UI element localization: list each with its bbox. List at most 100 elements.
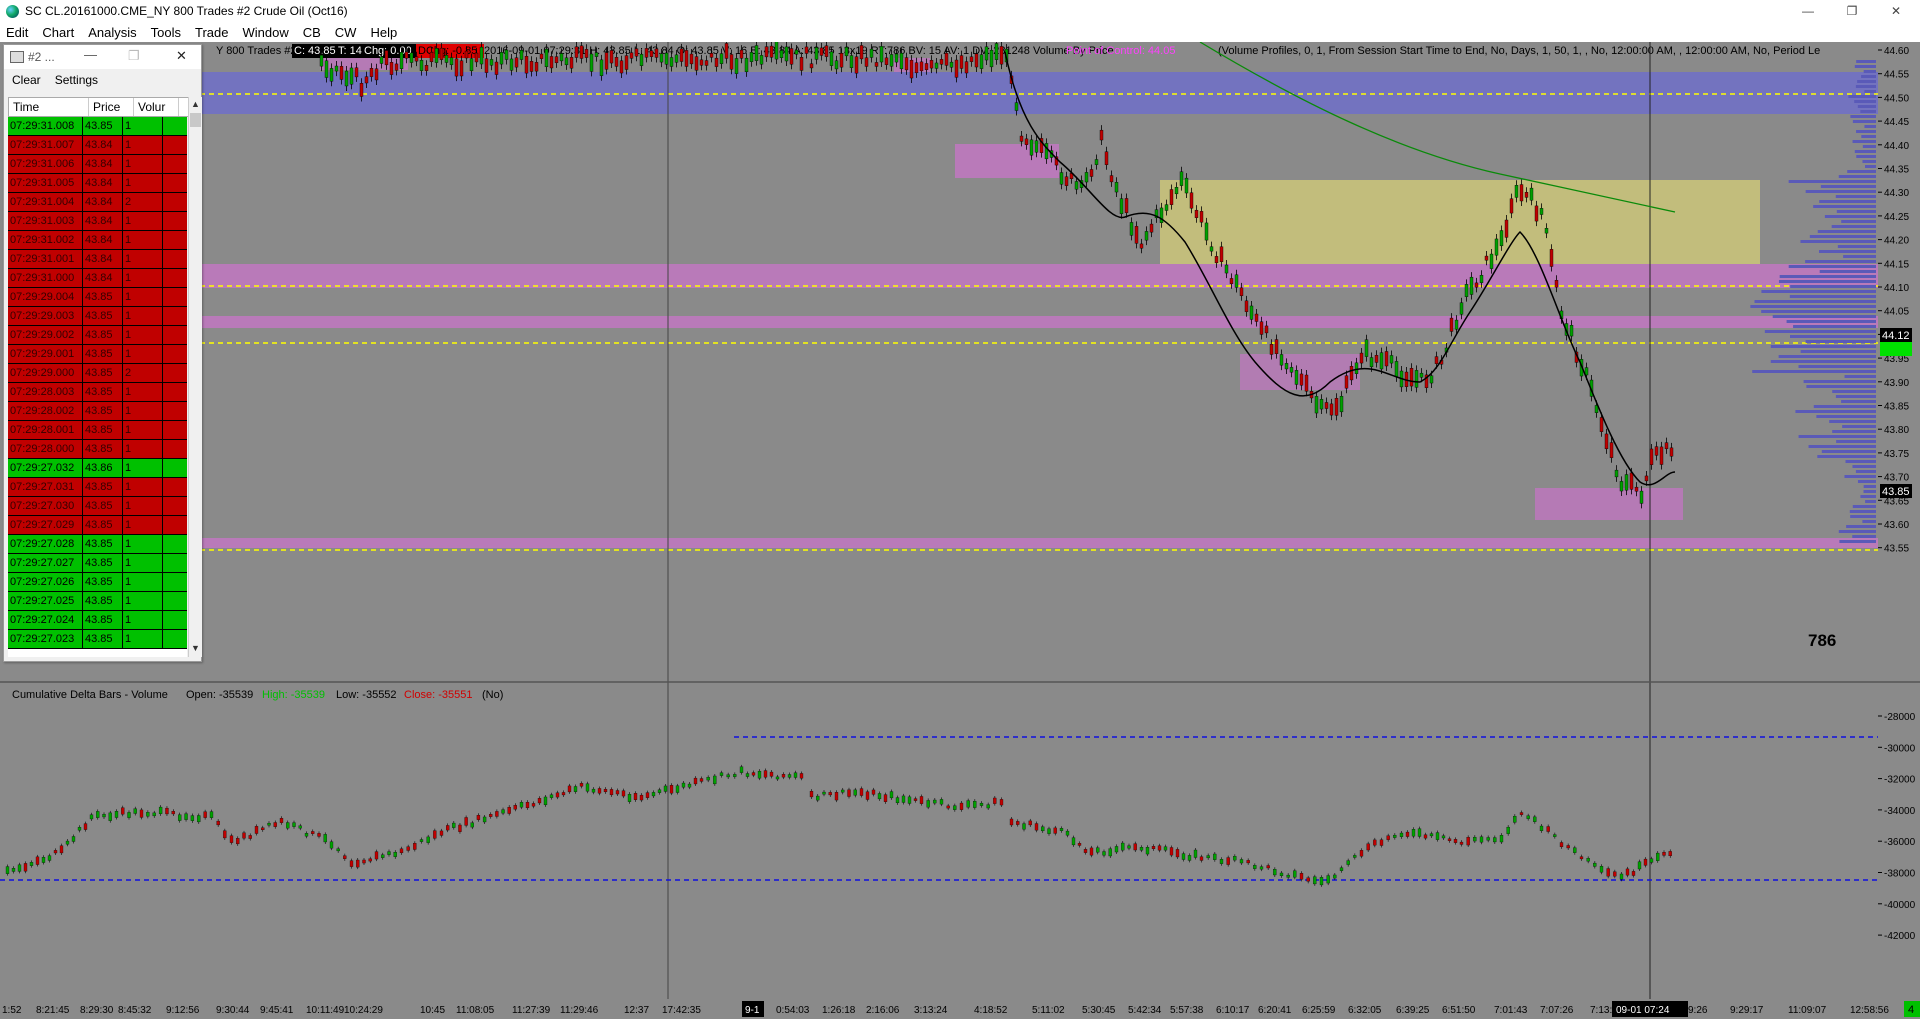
menu-chart[interactable]: Chart bbox=[36, 25, 82, 40]
tas-title: #2 ... bbox=[28, 50, 55, 64]
time-tick-label: 5:42:34 bbox=[1128, 1005, 1162, 1016]
delta-bar bbox=[816, 795, 820, 801]
candle-body bbox=[1114, 182, 1119, 193]
tas-row[interactable]: 07:29:28.003 43.85 1 bbox=[8, 383, 187, 402]
tas-clear-button[interactable]: Clear bbox=[12, 73, 41, 87]
price-tick-label: 44.25 bbox=[1884, 212, 1909, 223]
candle-body bbox=[354, 67, 359, 78]
candle-body bbox=[1614, 469, 1619, 478]
menu-tools[interactable]: Tools bbox=[145, 25, 189, 40]
tas-row[interactable]: 07:29:27.027 43.85 1 bbox=[8, 554, 187, 573]
candle-body bbox=[399, 52, 404, 69]
delta-bar bbox=[1429, 833, 1434, 837]
delta-bar bbox=[889, 791, 894, 799]
delta-bar bbox=[399, 848, 404, 854]
tas-row[interactable]: 07:29:29.003 43.85 1 bbox=[8, 307, 187, 326]
tas-row[interactable]: 07:29:28.001 43.85 1 bbox=[8, 421, 187, 440]
volume-profile-bar bbox=[1805, 190, 1876, 193]
menu-cw[interactable]: CW bbox=[329, 25, 365, 40]
tas-row[interactable]: 07:29:31.003 43.84 1 bbox=[8, 212, 187, 231]
tas-row[interactable]: 07:29:31.008 43.85 1 bbox=[8, 117, 187, 136]
menu-edit[interactable]: Edit bbox=[0, 25, 36, 40]
candle-body bbox=[1634, 486, 1639, 492]
delta-bar bbox=[645, 792, 650, 798]
menu-cb[interactable]: CB bbox=[297, 25, 329, 40]
tas-row[interactable]: 07:29:28.002 43.85 1 bbox=[8, 402, 187, 421]
tas-maximize-button[interactable]: ❐ bbox=[128, 48, 140, 64]
candle-body bbox=[1394, 361, 1399, 378]
tas-row[interactable]: 07:29:27.026 43.85 1 bbox=[8, 573, 187, 592]
scroll-down-arrow-icon[interactable]: ▼ bbox=[190, 643, 201, 653]
tas-close-button[interactable]: ✕ bbox=[176, 48, 187, 64]
delta-bar bbox=[336, 848, 340, 852]
tas-row[interactable]: 07:29:27.030 43.85 1 bbox=[8, 497, 187, 516]
tas-row[interactable]: 07:29:27.024 43.85 1 bbox=[8, 611, 187, 630]
tas-header-volume[interactable]: Volur bbox=[134, 98, 179, 116]
poc-label: Point of Control: 44.05 bbox=[1066, 45, 1175, 57]
delta-bar bbox=[178, 814, 182, 821]
candle-body bbox=[369, 68, 374, 77]
tas-row[interactable]: 07:29:27.029 43.85 1 bbox=[8, 516, 187, 535]
scroll-thumb[interactable] bbox=[190, 113, 201, 127]
candle-body bbox=[554, 56, 559, 64]
time-and-sales-window[interactable]: #2 ... — ❐ ✕ Clear Settings Time Price V… bbox=[3, 44, 202, 662]
tas-cell-time: 07:29:27.028 bbox=[8, 535, 83, 553]
candle-body bbox=[1664, 442, 1669, 450]
tas-row[interactable]: 07:29:27.028 43.85 1 bbox=[8, 535, 187, 554]
tas-row[interactable]: 07:29:28.000 43.85 1 bbox=[8, 440, 187, 459]
scroll-up-arrow-icon[interactable]: ▲ bbox=[190, 99, 201, 109]
tas-cell-price: 43.85 bbox=[83, 497, 123, 515]
price-tick-label: 44.40 bbox=[1884, 141, 1909, 152]
volume-profile-bar bbox=[1836, 440, 1876, 443]
volume-profile-bar bbox=[1809, 235, 1876, 238]
menu-window[interactable]: Window bbox=[236, 25, 296, 40]
chart-area[interactable]: Y 800 Trades #2 C: 43.85 T: 14 Chg: 0.00… bbox=[0, 36, 1920, 1019]
delta-bar bbox=[993, 797, 997, 804]
tas-row[interactable]: 07:29:27.031 43.85 1 bbox=[8, 478, 187, 497]
menu-analysis[interactable]: Analysis bbox=[82, 25, 144, 40]
volume-profile-bar bbox=[1845, 460, 1876, 463]
tas-minimize-button[interactable]: — bbox=[84, 47, 97, 62]
menu-help[interactable]: Help bbox=[364, 25, 405, 40]
delta-close: Close: -35551 bbox=[404, 689, 473, 701]
candle-body bbox=[1554, 280, 1559, 288]
menu-trade[interactable]: Trade bbox=[189, 25, 236, 40]
tas-row[interactable]: 07:29:31.006 43.84 1 bbox=[8, 155, 187, 174]
tas-row[interactable]: 07:29:31.004 43.84 2 bbox=[8, 193, 187, 212]
tas-row[interactable]: 07:29:27.032 43.86 1 bbox=[8, 459, 187, 478]
delta-bar bbox=[171, 811, 175, 815]
delta-bar bbox=[11, 868, 16, 872]
price-tick-label: 43.70 bbox=[1884, 473, 1909, 484]
tas-row[interactable]: 07:29:31.005 43.84 1 bbox=[8, 174, 187, 193]
tas-settings-button[interactable]: Settings bbox=[55, 73, 98, 87]
menu-bar: Edit Chart Analysis Tools Trade Window C… bbox=[0, 22, 1920, 42]
tas-cell-price: 43.85 bbox=[83, 611, 123, 629]
tas-scrollbar[interactable]: ▲ ▼ bbox=[188, 97, 202, 657]
tas-row[interactable]: 07:29:29.002 43.85 1 bbox=[8, 326, 187, 345]
tas-header-price[interactable]: Price bbox=[89, 98, 134, 116]
tas-row[interactable]: 07:29:31.000 43.84 1 bbox=[8, 269, 187, 288]
tas-row[interactable]: 07:29:29.004 43.85 1 bbox=[8, 288, 187, 307]
candle-body bbox=[1084, 172, 1089, 183]
tas-row[interactable]: 07:29:31.002 43.84 1 bbox=[8, 231, 187, 250]
tas-row[interactable]: 07:29:27.023 43.85 1 bbox=[8, 630, 187, 649]
candle-body bbox=[394, 63, 399, 71]
candle-body bbox=[1129, 222, 1134, 236]
candle-body bbox=[584, 49, 589, 58]
volume-profile-bar bbox=[1818, 250, 1876, 253]
tas-row[interactable]: 07:29:27.025 43.85 1 bbox=[8, 592, 187, 611]
tas-row[interactable]: 07:29:29.001 43.85 1 bbox=[8, 345, 187, 364]
tas-cell-price: 43.84 bbox=[83, 155, 123, 173]
candle-body bbox=[874, 62, 879, 67]
close-window-button[interactable]: ✕ bbox=[1874, 0, 1918, 22]
delta-bar bbox=[1077, 843, 1082, 846]
tas-header-time[interactable]: Time bbox=[9, 98, 89, 116]
delta-bar bbox=[1053, 827, 1057, 834]
tas-row[interactable]: 07:29:31.001 43.84 1 bbox=[8, 250, 187, 269]
restore-button[interactable]: ❐ bbox=[1830, 0, 1874, 22]
minimize-button[interactable]: — bbox=[1786, 0, 1830, 22]
delta-bar bbox=[1486, 837, 1490, 841]
tas-row[interactable]: 07:29:29.000 43.85 2 bbox=[8, 364, 187, 383]
tas-row[interactable]: 07:29:31.007 43.84 1 bbox=[8, 136, 187, 155]
candle-body bbox=[924, 63, 929, 70]
